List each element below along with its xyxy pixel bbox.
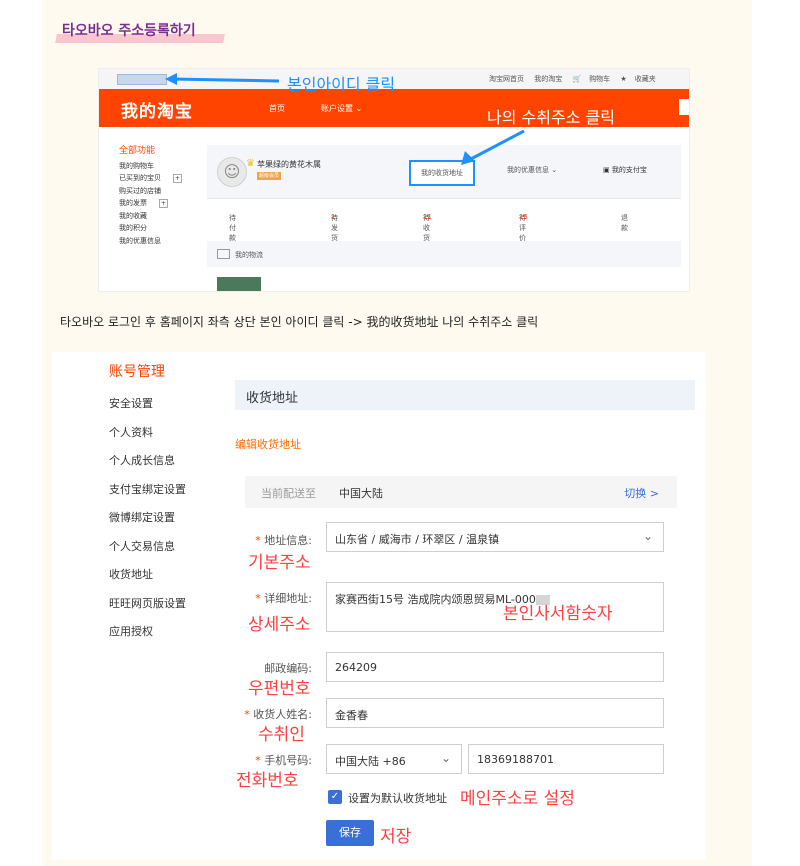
- taobao-home-screenshot: 淘宝网首页 我的淘宝 🛒 购物车 ★ 收藏夹 我的淘宝 首页 账户设置 ⌄ 全部功能…: [98, 68, 690, 292]
- coupon-link[interactable]: 我的优惠信息 ⌄: [507, 165, 557, 175]
- annotation-click-address: 나의 수취주소 클릭: [487, 108, 615, 127]
- switch-region-link[interactable]: 切换 >: [624, 485, 659, 501]
- side-menu-item[interactable]: 收货地址: [109, 561, 186, 590]
- alipay-icon: ▣: [603, 166, 612, 174]
- left-menu-item[interactable]: 我的积分: [119, 222, 182, 235]
- expand-icon[interactable]: +: [159, 198, 168, 208]
- address-form-screenshot: 账号管理 安全设置 个人资料 个人成长信息 支付宝绑定设置 微博绑定设置 个人交…: [52, 352, 706, 860]
- current-region-label: 当前配送至: [261, 487, 316, 500]
- chevron-down-icon: ⌄: [440, 751, 451, 765]
- username: 苹果绿的黄花木属: [257, 160, 321, 169]
- detail-address-input[interactable]: 家赛西街15号 浩成院内颂恩贸易ML-000 본인사서함숫자: [326, 582, 664, 632]
- top-links: 淘宝网首页 我的淘宝 🛒 购物车 ★ 收藏夹: [489, 74, 664, 84]
- left-menu-item[interactable]: 已买到的宝贝 +: [119, 172, 182, 185]
- avatar[interactable]: ☺ ♛: [217, 157, 255, 187]
- article-page: 타오바오 주소등록하기 淘宝网首页 我的淘宝 🛒 购物车 ★ 收藏夹 我的淘宝 首页…: [42, 0, 752, 866]
- side-menu-item[interactable]: 安全设置: [109, 390, 186, 419]
- profile-card: ☺ ♛ 苹果绿的黄花木属 超级会员 我的收货地址 我的优惠信息 ⌄ ▣ 我的支付宝…: [207, 145, 681, 242]
- detail-label: * 详细地址:: [255, 592, 312, 605]
- side-menu-item[interactable]: 支付宝绑定设置: [109, 476, 186, 505]
- left-menu: 全部功能 我的购物车 已买到的宝贝 + 购买过的店铺 我的发票 + 我的收藏 我的积…: [119, 145, 182, 247]
- side-menu-item[interactable]: 个人资料: [109, 419, 186, 448]
- star-icon: ★: [620, 75, 627, 83]
- side-menu-item[interactable]: 应用授权: [109, 618, 186, 647]
- side-menu: 安全设置 个人资料 个人成长信息 支付宝绑定设置 微博绑定设置 个人交易信息 收…: [109, 390, 186, 647]
- current-region-bar: 当前配送至 中国大陆 切换 >: [245, 476, 677, 508]
- top-link-home[interactable]: 淘宝网首页: [489, 75, 524, 83]
- search-box[interactable]: [679, 99, 689, 115]
- crown-icon: ♛: [246, 158, 255, 169]
- annotation-region: 기본주소: [248, 553, 311, 573]
- default-address-checkbox[interactable]: ✓: [328, 790, 342, 804]
- nav-home[interactable]: 首页: [269, 103, 285, 114]
- region-label: * 地址信息:: [255, 534, 312, 547]
- annotation-name: 수취인: [258, 725, 305, 745]
- recipient-name-input[interactable]: 金香春: [326, 698, 664, 728]
- zip-input[interactable]: 264209: [326, 652, 664, 682]
- phone-input[interactable]: 18369188701: [468, 744, 664, 774]
- side-menu-item[interactable]: 个人成长信息: [109, 447, 186, 476]
- side-menu-item[interactable]: 个人交易信息: [109, 533, 186, 562]
- annotation-default: 메인주소로 설정: [460, 789, 575, 809]
- user-id-link[interactable]: [117, 74, 167, 85]
- left-menu-item[interactable]: 购买过的店铺: [119, 185, 182, 198]
- annotation-zip: 우편번호: [248, 679, 311, 699]
- left-menu-header[interactable]: 全部功能: [119, 145, 182, 158]
- annotation-click-id: 본인아이디 클릭: [287, 75, 396, 94]
- product-thumbnail[interactable]: [217, 277, 261, 291]
- nav-account-settings[interactable]: 账户设置 ⌄: [321, 103, 362, 114]
- left-menu-item[interactable]: 我的收藏: [119, 210, 182, 223]
- save-button[interactable]: 保存: [326, 820, 374, 846]
- logistics-panel: 我的物流: [207, 241, 681, 267]
- annotation-detail: 상세주소: [248, 615, 311, 635]
- left-menu-item[interactable]: 我的优惠信息: [119, 235, 182, 248]
- edit-address-title: 编辑收货地址: [235, 438, 301, 451]
- side-menu-item[interactable]: 旺旺网页版设置: [109, 590, 186, 619]
- annotation-save: 저장: [380, 827, 412, 847]
- logistics-label: 我的物流: [235, 251, 263, 259]
- expand-icon[interactable]: +: [173, 173, 182, 183]
- chevron-down-icon: ⌄: [642, 529, 653, 543]
- current-region-value: 中国大陆: [339, 487, 383, 500]
- logo: 我的淘宝: [121, 102, 193, 122]
- region-select[interactable]: 山东省 / 威海市 / 环翠区 / 温泉镇 ⌄: [326, 522, 664, 552]
- section-title: 타오바오 주소등록하기: [55, 20, 225, 43]
- top-link-cart[interactable]: 购物车: [589, 75, 610, 83]
- left-menu-item[interactable]: 我的购物车: [119, 160, 182, 173]
- side-menu-header: 账号管理: [109, 364, 165, 380]
- top-link-mytaobao[interactable]: 我的淘宝: [534, 75, 562, 83]
- side-menu-item[interactable]: 微博绑定设置: [109, 504, 186, 533]
- caption: 타오바오 로그인 후 홈페이지 좌측 상단 본인 아이디 클릭 -> 我的收货地…: [60, 315, 539, 329]
- annotation-phone: 전화번호: [236, 771, 299, 791]
- default-address-label: 设置为默认收货地址: [348, 792, 447, 805]
- alipay-link[interactable]: ▣ 我的支付宝: [603, 165, 647, 175]
- cart-icon: 🛒: [572, 75, 582, 83]
- annotation-detail-note: 본인사서함숫자: [503, 604, 613, 624]
- order-status-bar: 待付款 待发货 1 待收货 11 待评价 15 退款: [207, 198, 681, 242]
- left-menu-item[interactable]: 我的发票 +: [119, 197, 182, 210]
- page-header: 收货地址: [235, 380, 695, 410]
- vip-badge: 超级会员: [257, 172, 281, 180]
- phone-country-select[interactable]: 中国大陆 +86 ⌄: [326, 744, 462, 774]
- my-address-link[interactable]: 我的收货地址: [409, 160, 475, 186]
- truck-icon: [217, 249, 230, 259]
- top-link-favorites[interactable]: 收藏夹: [635, 75, 656, 83]
